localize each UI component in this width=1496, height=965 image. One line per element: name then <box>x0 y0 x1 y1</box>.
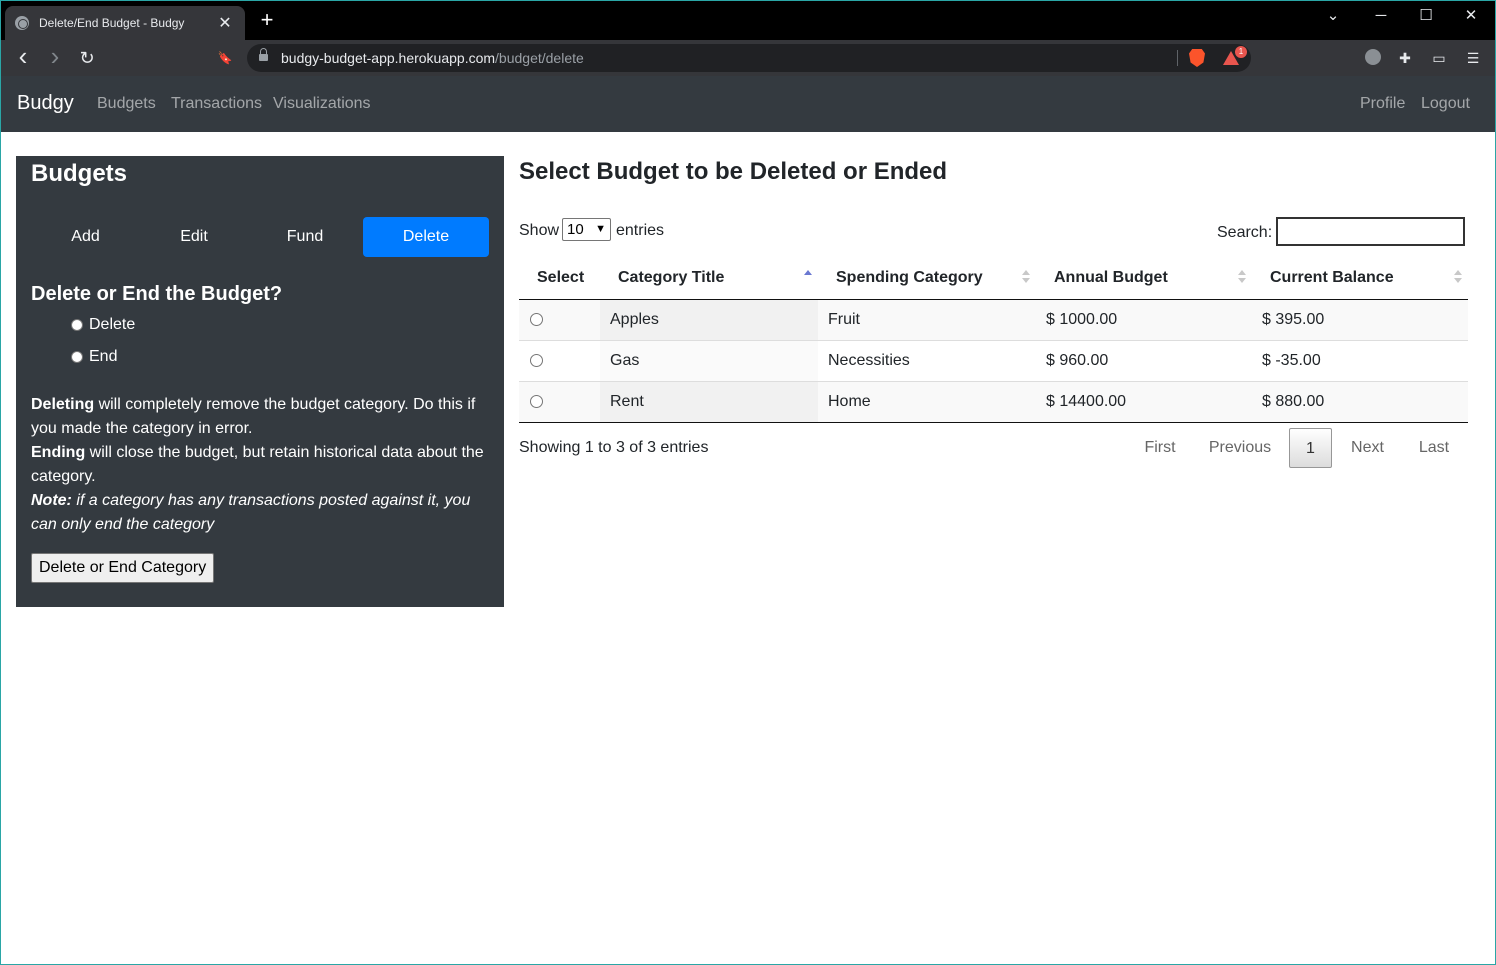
column-header-annual-budget[interactable]: Annual Budget <box>1036 258 1252 300</box>
nav-transactions[interactable]: Transactions <box>171 95 262 113</box>
deleting-term: Deleting <box>31 396 95 413</box>
address-bar[interactable]: budgy-budget-app.herokuapp.com/budget/de… <box>247 44 1251 72</box>
close-window-button[interactable]: ✕ <box>1456 4 1486 28</box>
ending-term: Ending <box>31 444 86 461</box>
cell-annual-budget: $ 14400.00 <box>1036 380 1252 423</box>
table-row: Rent Home $ 14400.00 $ 880.00 <box>519 380 1468 423</box>
budgets-card: Budgets Add Edit Fund Delete Delete or E… <box>16 156 504 607</box>
bookmark-icon[interactable]: 🔖 <box>214 47 236 69</box>
cell-category-title: Rent <box>600 380 818 423</box>
column-header-current-balance[interactable]: Current Balance <box>1252 258 1468 300</box>
globe-icon <box>15 16 29 30</box>
app-navbar: Budgy Budgets Transactions Visualization… <box>1 76 1495 132</box>
pagination-last[interactable]: Last <box>1406 428 1462 468</box>
new-tab-button[interactable]: + <box>255 8 279 32</box>
cell-current-balance: $ 395.00 <box>1252 299 1468 340</box>
pagination-first[interactable]: First <box>1132 428 1188 468</box>
extensions-icon[interactable]: ✚ <box>1396 49 1414 67</box>
brand-link[interactable]: Budgy <box>17 92 74 115</box>
cell-category-title: Gas <box>600 339 818 381</box>
column-header-category-title[interactable]: Category Title <box>600 258 818 300</box>
end-radio-label: End <box>89 348 118 365</box>
table-row: Gas Necessities $ 960.00 $ -35.00 <box>519 339 1468 381</box>
end-radio[interactable] <box>71 351 83 363</box>
cell-spending-category: Necessities <box>818 339 1036 381</box>
cell-annual-budget: $ 1000.00 <box>1036 299 1252 340</box>
brave-shields-icon[interactable] <box>1189 49 1205 67</box>
entries-select[interactable]: 10 ▼ <box>562 218 611 241</box>
tab-title: Delete/End Budget - Budgy <box>39 16 185 30</box>
nav-visualizations[interactable]: Visualizations <box>273 95 371 113</box>
cell-current-balance: $ -35.00 <box>1252 339 1468 381</box>
tab-search-chevron-icon[interactable]: ⌄ <box>1318 4 1348 28</box>
row-select-radio[interactable] <box>530 312 543 326</box>
pagination-page-1[interactable]: 1 <box>1289 428 1332 468</box>
menu-icon[interactable]: ☰ <box>1464 49 1482 67</box>
search-label: Search: <box>1217 224 1273 241</box>
pill-add[interactable]: Add <box>31 217 140 257</box>
entries-label: entries <box>616 222 665 239</box>
column-header-spending-category[interactable]: Spending Category <box>818 258 1036 300</box>
option-end[interactable]: End <box>71 348 117 366</box>
maximize-button[interactable]: ☐ <box>1411 4 1441 28</box>
pill-fund[interactable]: Fund <box>248 217 362 257</box>
cell-current-balance: $ 880.00 <box>1252 380 1468 423</box>
note-term: Note: <box>31 492 72 509</box>
cell-annual-budget: $ 960.00 <box>1036 339 1252 381</box>
forward-icon[interactable]: › <box>44 43 66 69</box>
wallet-icon[interactable]: ▭ <box>1430 49 1448 67</box>
chevron-down-icon: ▼ <box>595 223 606 235</box>
sort-icon <box>1022 270 1030 286</box>
close-tab-icon[interactable]: ✕ <box>215 13 235 33</box>
sort-ascending-icon <box>804 270 812 286</box>
row-select-radio[interactable] <box>530 353 543 367</box>
sort-icon <box>1238 270 1246 286</box>
cell-category-title: Apples <box>600 299 818 340</box>
table-row: Apples Fruit $ 1000.00 $ 395.00 <box>519 299 1468 340</box>
back-icon[interactable]: ‹ <box>12 43 34 69</box>
pagination-previous[interactable]: Previous <box>1198 428 1282 468</box>
deleting-text: will completely remove the budget catego… <box>31 396 476 437</box>
delete-radio-label: Delete <box>89 316 136 333</box>
description: Deleting will completely remove the budg… <box>31 393 493 537</box>
cell-spending-category: Home <box>818 380 1036 423</box>
card-title: Budgets <box>31 160 127 187</box>
delete-or-end-heading: Delete or End the Budget? <box>31 283 283 305</box>
option-delete[interactable]: Delete <box>71 316 135 334</box>
entries-select-value: 10 <box>567 221 584 238</box>
pill-delete[interactable]: Delete <box>363 217 489 257</box>
nav-budgets[interactable]: Budgets <box>97 95 156 113</box>
note-text: if a category has any transactions poste… <box>31 492 471 533</box>
minimize-button[interactable]: ─ <box>1366 4 1396 28</box>
lock-icon <box>259 48 268 63</box>
url-text[interactable]: budgy-budget-app.herokuapp.com/budget/de… <box>281 50 584 66</box>
page-title: Select Budget to be Deleted or Ended <box>519 158 948 185</box>
browser-tab[interactable]: Delete/End Budget - Budgy ✕ <box>5 6 245 40</box>
delete-or-end-button[interactable]: Delete or End Category <box>31 553 215 583</box>
table-info: Showing 1 to 3 of 3 entries <box>519 439 709 456</box>
budgets-table: Select Category Title Spending Category … <box>519 258 1468 423</box>
browser-toolbar: ‹ › ↻ 🔖 budgy-budget-app.herokuapp.com/b… <box>0 40 1496 76</box>
delete-radio[interactable] <box>71 319 83 331</box>
nav-profile[interactable]: Profile <box>1360 95 1405 113</box>
ending-text: will close the budget, but retain histor… <box>31 444 484 485</box>
browser-titlebar: Delete/End Budget - Budgy ✕ + ⌄ ─ ☐ ✕ <box>0 0 1496 40</box>
sort-icon <box>1454 270 1462 286</box>
pill-edit[interactable]: Edit <box>140 217 248 257</box>
omnibox-divider <box>1177 50 1178 66</box>
row-select-radio[interactable] <box>530 394 543 408</box>
reload-icon[interactable]: ↻ <box>76 47 98 69</box>
pagination-next[interactable]: Next <box>1340 428 1395 468</box>
rewards-badge: 1 <box>1235 46 1247 58</box>
show-label: Show <box>519 222 560 239</box>
extension-avatar-icon[interactable] <box>1365 49 1381 65</box>
nav-logout[interactable]: Logout <box>1421 95 1470 113</box>
search-input[interactable] <box>1276 217 1465 246</box>
cell-spending-category: Fruit <box>818 299 1036 340</box>
column-header-select[interactable]: Select <box>519 258 600 300</box>
